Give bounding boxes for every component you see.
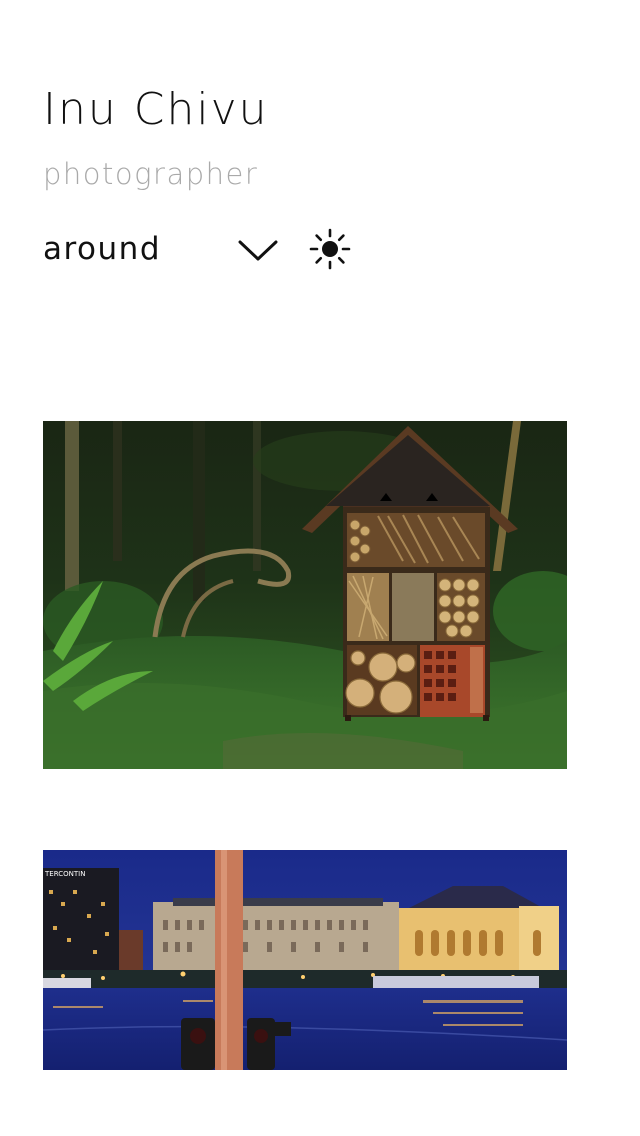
current-section-label[interactable]: around [43,230,161,268]
sun-icon[interactable] [309,228,351,270]
gallery-photo[interactable]: TERCONTIN [43,850,567,1070]
section-nav: around [43,228,373,272]
chevron-down-icon[interactable] [237,234,279,266]
site-title[interactable]: Inu Chivu [43,84,269,136]
gallery-photo[interactable] [43,421,567,769]
site-subtitle: photographer [43,157,259,191]
hotel-sign: TERCONTIN [44,870,85,878]
